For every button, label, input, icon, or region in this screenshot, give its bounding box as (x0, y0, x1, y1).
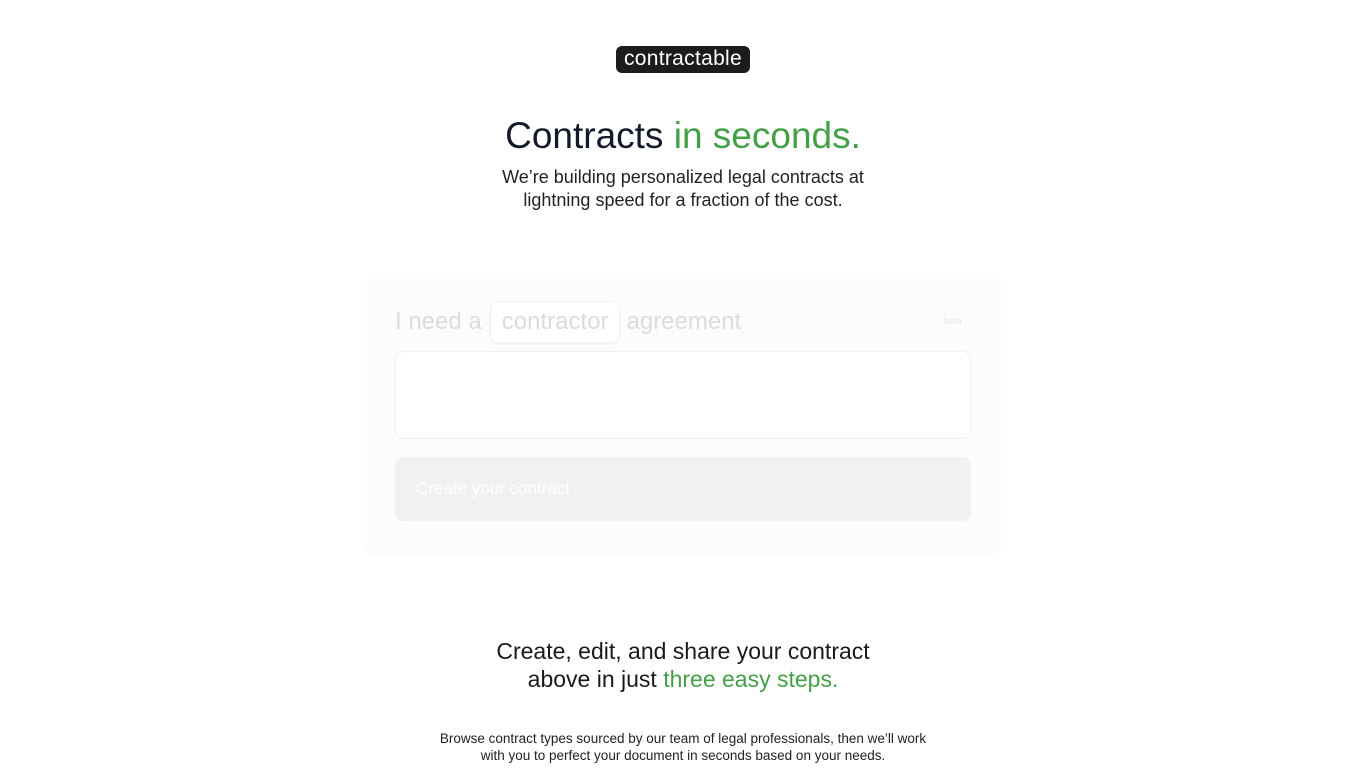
hero-title-main: Contracts (505, 115, 664, 156)
sentence-suffix: agreement (626, 308, 742, 335)
create-contract-button[interactable]: Create your contract (395, 457, 971, 521)
hero-title: Contracts in seconds. (0, 114, 1366, 158)
steps-title-accent: three easy steps. (663, 665, 839, 692)
hero-subtitle: We’re building personalized legal contra… (502, 167, 864, 210)
logo[interactable]: contractable (615, 46, 750, 73)
contract-type-selector[interactable]: contractor (489, 301, 621, 343)
contract-details-input[interactable] (395, 351, 971, 439)
landing-page: contractable Contracts in seconds. We’re… (0, 0, 1366, 768)
steps-title: Create, edit, and share your contract ab… (483, 638, 883, 693)
logo-container: contractable (0, 46, 1366, 73)
contract-type-sentence: I need a contractor agreement (395, 301, 741, 343)
steps-description: Browse contract types sourced by our tea… (439, 731, 927, 763)
hero-title-accent: in seconds. (673, 115, 861, 156)
sentence-prefix: I need a (395, 308, 482, 335)
beta-badge: beta (944, 316, 962, 326)
contract-form-card: I need a contractor agreement beta Creat… (365, 279, 1001, 555)
